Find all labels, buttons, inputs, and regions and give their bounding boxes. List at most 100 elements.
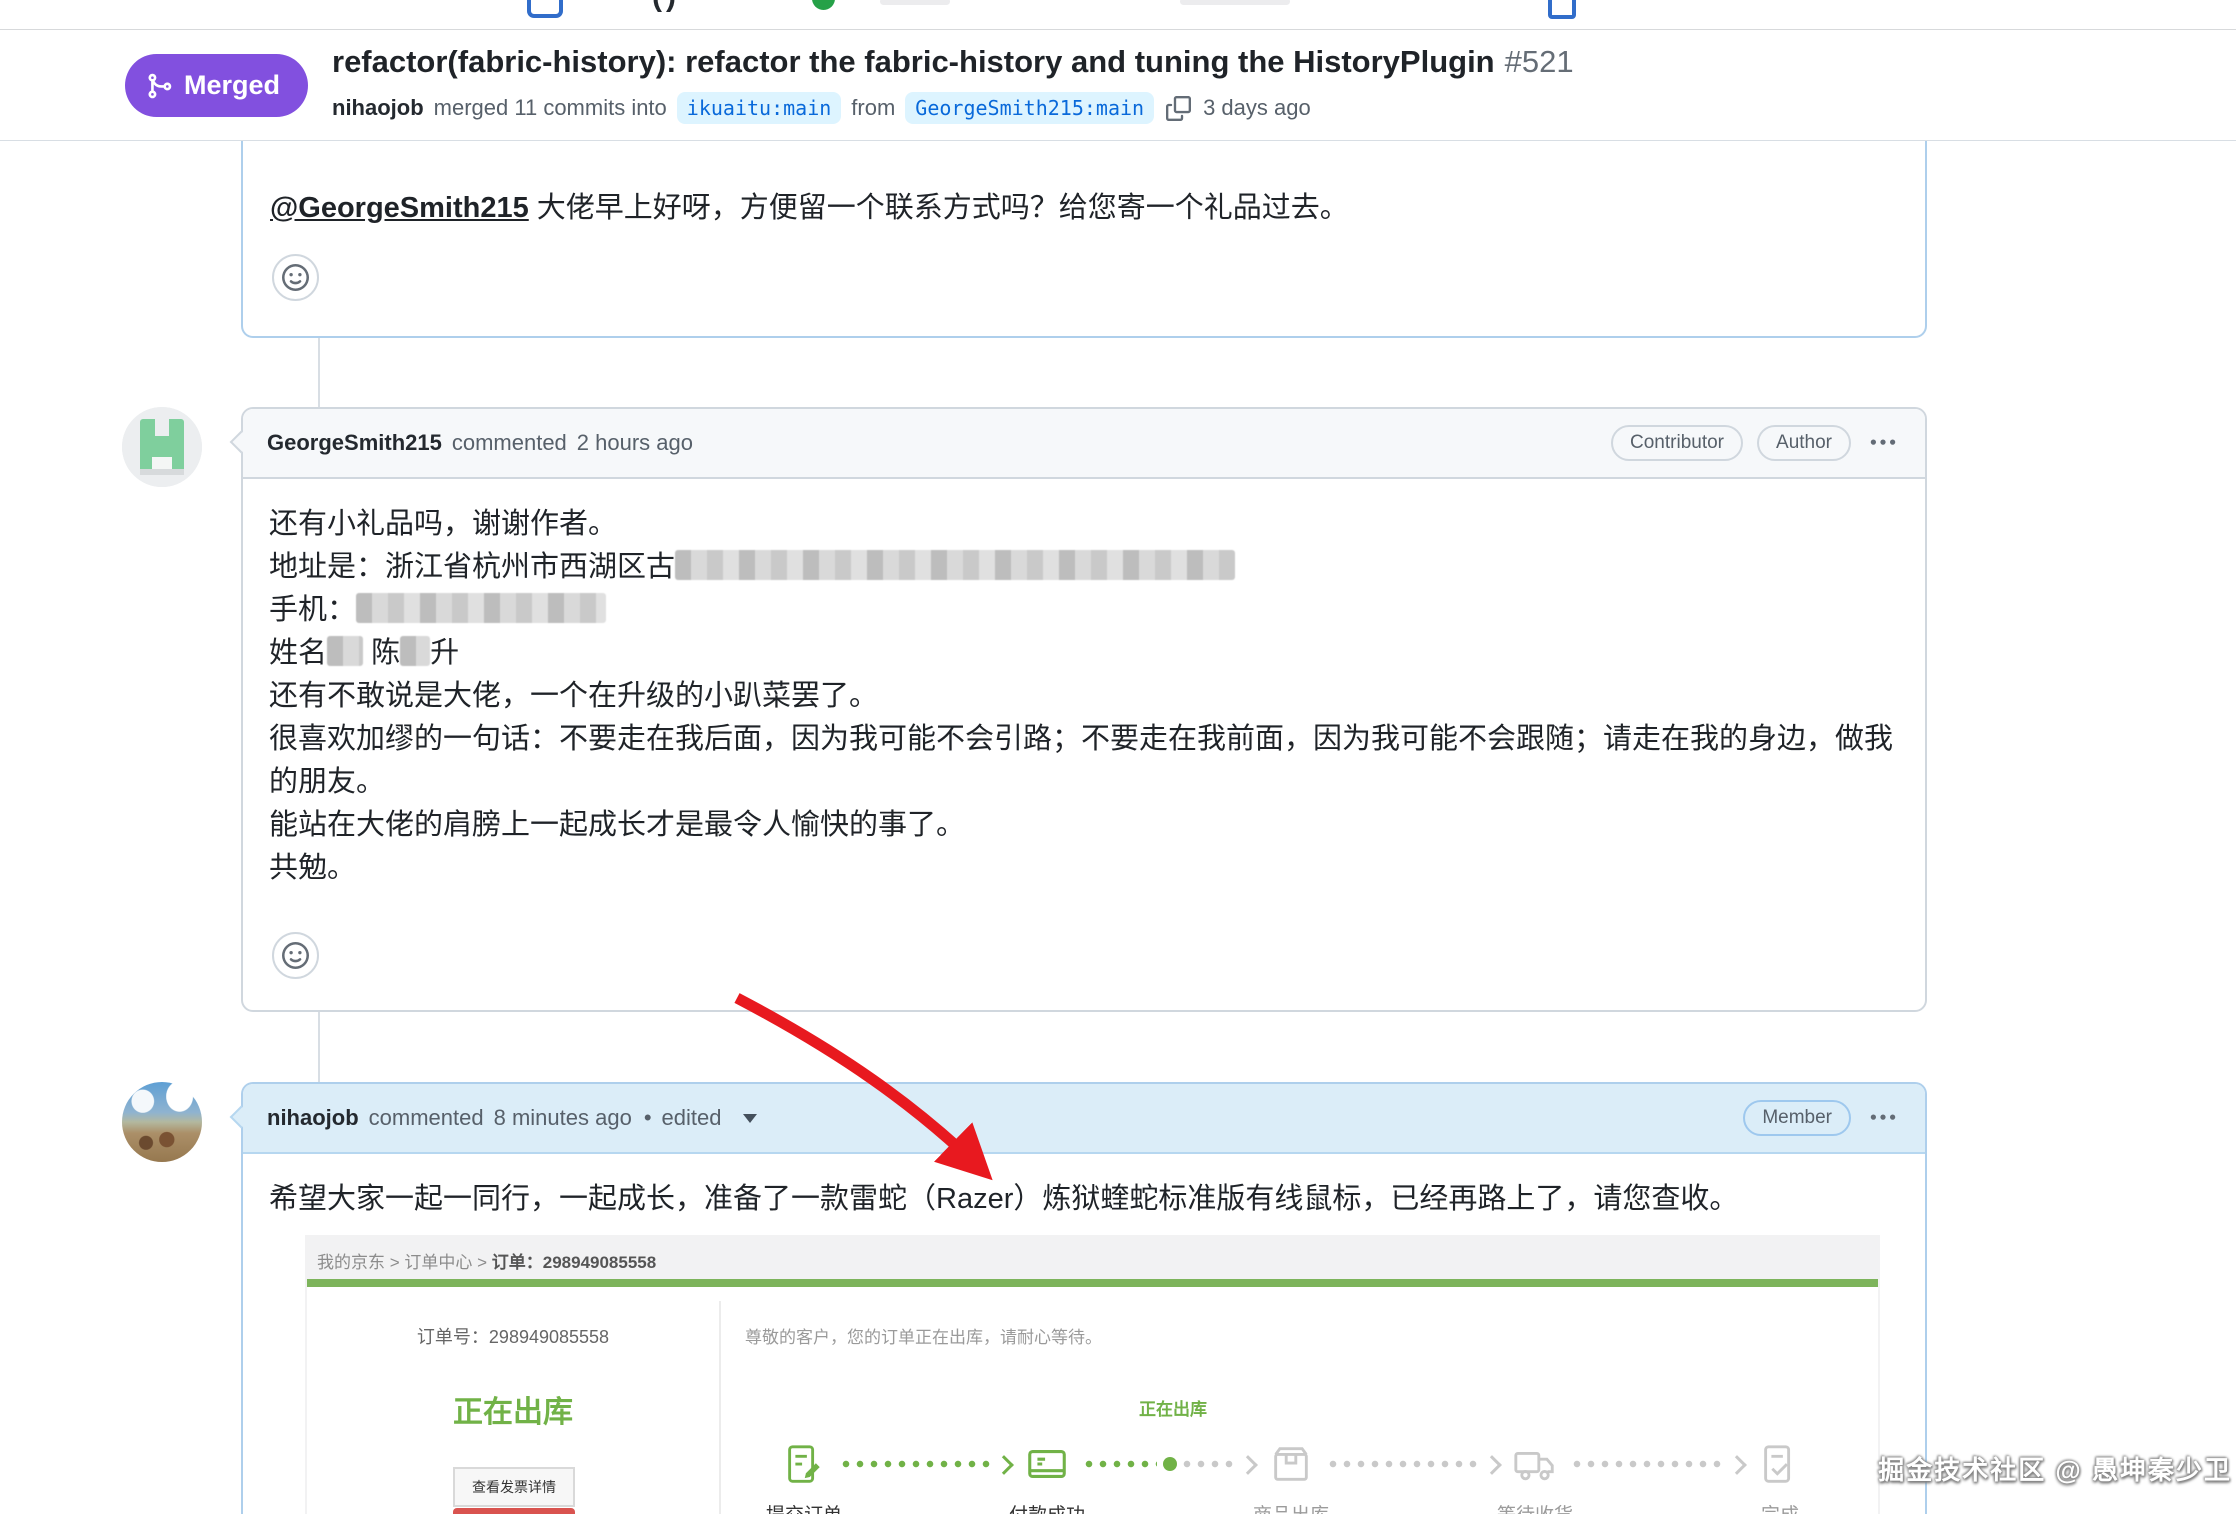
- jd-order-screenshot-image[interactable]: 我的京东 > 订单中心 > 订单：298949085558 订单号：298949…: [305, 1235, 1880, 1514]
- kebab-menu-button[interactable]: [1865, 1100, 1901, 1136]
- author-badge: Author: [1757, 425, 1851, 461]
- order-status-text: 正在出库: [307, 1387, 719, 1431]
- body-text-segment: 还有不敢说是大佬，一个在升级的小趴菜罢了。: [269, 680, 878, 712]
- truck-icon: [1512, 1441, 1558, 1487]
- order-progress-tracker: 提交订单 付款成功 商品出库 等待收货 完成: [719, 1440, 1880, 1514]
- jd-breadcrumb: 我的京东 > 订单中心 > 订单：298949085558: [317, 1248, 656, 1273]
- merged-time: 3 days ago: [1203, 95, 1311, 121]
- add-reaction-button[interactable]: [272, 254, 319, 301]
- step-label: 等待收货: [1497, 1500, 1573, 1514]
- redacted-text: [327, 636, 363, 666]
- progress-dots: [1085, 1460, 1157, 1468]
- body-text-segment: 还有小礼品吗，谢谢作者。: [269, 508, 617, 540]
- comment-body-line: 还有不敢说是大佬，一个在升级的小趴菜罢了。: [269, 675, 1899, 718]
- member-badge: Member: [1743, 1100, 1851, 1136]
- checks-status-icon[interactable]: [812, 0, 835, 10]
- body-text-segment: 姓名: [269, 637, 327, 669]
- body-text-segment: 共勉。: [269, 852, 356, 884]
- head-branch-label[interactable]: GeorgeSmith215:main: [905, 92, 1154, 124]
- progress-dots: [1329, 1460, 1479, 1468]
- body-text-segment: 陈: [363, 637, 400, 669]
- step-label: 完成: [1761, 1500, 1799, 1514]
- progress-dots: [1573, 1460, 1723, 1468]
- redacted-text: [675, 550, 1235, 580]
- comment-own-clipped: @GeorgeSmith215 大佬早上好呀，方便留一个联系方式吗？给您寄一个礼…: [241, 140, 1927, 338]
- view-invoice-button: 查看发票详情: [453, 1467, 575, 1507]
- copy-branch-button[interactable]: [1166, 96, 1191, 121]
- comment-header: nihaojob commented 8 minutes ago • edite…: [243, 1084, 1925, 1154]
- pull-request-page: () Merged refactor(fabric-history): refa…: [0, 0, 2236, 1514]
- payment-icon: [1024, 1441, 1070, 1487]
- conversation-tab-icon[interactable]: [527, 0, 563, 18]
- comment-author-link[interactable]: GeorgeSmith215: [267, 430, 442, 456]
- breadcrumb-path: 我的京东 > 订单中心 >: [317, 1253, 492, 1272]
- package-icon: [1268, 1441, 1314, 1487]
- comment-body-line: 姓名 陈升: [269, 632, 1899, 675]
- comment-action: commented: [452, 430, 567, 456]
- kebab-menu-button[interactable]: [1865, 425, 1901, 461]
- files-changed-tab-icon[interactable]: [1548, 0, 1576, 19]
- comment-nihaojob: nihaojob commented 8 minutes ago • edite…: [241, 1082, 1927, 1514]
- comment-body-line: 很喜欢加缪的一句话：不要走在我后面，因为我可能不会引路；不要走在我前面，因为我可…: [269, 718, 1899, 804]
- red-action-button-clipped: [453, 1508, 575, 1514]
- copy-icon: [1166, 96, 1191, 121]
- comment-timestamp-link[interactable]: 8 minutes ago: [494, 1105, 632, 1131]
- comment-text: 大佬早上好呀，方便留一个联系方式吗？给您寄一个礼品过去。: [529, 192, 1349, 224]
- progress-arrow-icon: [1238, 1455, 1258, 1475]
- tab-label-clipped: [880, 0, 950, 5]
- current-step-label: 正在出库: [1139, 1395, 1207, 1420]
- doc-check-icon: [1757, 1441, 1803, 1487]
- chevron-down-icon[interactable]: [743, 1114, 757, 1123]
- body-text-segment: 手机：: [269, 594, 356, 626]
- smiley-icon: [282, 264, 309, 291]
- breadcrumb-current: 订单：298949085558: [492, 1253, 656, 1272]
- pr-tab-bar: (): [0, 0, 2236, 30]
- step-label: 提交订单: [766, 1500, 842, 1514]
- comment-author-link[interactable]: nihaojob: [267, 1105, 359, 1131]
- commits-tab-icon[interactable]: (): [652, 0, 680, 14]
- pr-merge-meta: nihaojob merged 11 commits into ikuaitu:…: [332, 92, 1311, 124]
- add-reaction-button[interactable]: [272, 932, 319, 979]
- timeline-connector: [318, 1012, 320, 1082]
- comment-timestamp-link[interactable]: 2 hours ago: [577, 430, 693, 456]
- step-label: 商品出库: [1253, 1500, 1329, 1514]
- edited-dropdown[interactable]: edited: [662, 1105, 722, 1131]
- separator-dot: •: [644, 1105, 652, 1131]
- comment-body-line: 共勉。: [269, 847, 1899, 890]
- comment-body-line: 地址是：浙江省杭州市西湖区古: [269, 546, 1899, 589]
- avatar-nihaojob[interactable]: [122, 1082, 202, 1162]
- merged-by-user-link[interactable]: nihaojob: [332, 95, 424, 121]
- body-text-segment: 地址是：浙江省杭州市西湖区古: [269, 551, 675, 583]
- pr-title: refactor(fabric-history): refactor the f…: [332, 44, 1574, 80]
- comment-caret: [230, 1106, 253, 1129]
- step-label: 付款成功: [1009, 1500, 1085, 1514]
- body-text-segment: 能站在大佬的肩膀上一起成长才是最令人愉快的事了。: [269, 809, 965, 841]
- from-text: from: [851, 95, 895, 121]
- comment-body-line: 还有小礼品吗，谢谢作者。: [269, 503, 1899, 546]
- user-mention-link[interactable]: @GeorgeSmith215: [270, 192, 529, 224]
- pr-title-text: refactor(fabric-history): refactor the f…: [332, 44, 1495, 79]
- comment-header: GeorgeSmith215 commented 2 hours ago Con…: [243, 409, 1925, 479]
- progress-arrow-icon: [1482, 1455, 1502, 1475]
- order-status-panel: 订单号：298949085558 正在出库 查看发票详情 尊敬的客户，您的订单正…: [307, 1287, 1878, 1514]
- comment-body-line: 手机：: [269, 589, 1899, 632]
- merged-status-label: Merged: [184, 70, 280, 101]
- body-text-segment: 很喜欢加缪的一句话：不要走在我后面，因为我可能不会引路；不要走在我前面，因为我可…: [269, 723, 1893, 798]
- customer-notice: 尊敬的客户，您的订单正在出库，请耐心等待。: [745, 1323, 1102, 1348]
- redacted-text: [400, 636, 430, 666]
- order-number: 订单号：298949085558: [307, 1323, 719, 1349]
- progress-arrow-icon: [1727, 1455, 1747, 1475]
- tab-label-clipped: [1180, 0, 1290, 5]
- avatar-georgesmith215[interactable]: [122, 407, 202, 487]
- comment-georgesmith215: GeorgeSmith215 commented 2 hours ago Con…: [241, 407, 1927, 1012]
- base-branch-label[interactable]: ikuaitu:main: [677, 92, 842, 124]
- green-top-bar: [307, 1279, 1878, 1287]
- merged-status-badge: Merged: [125, 54, 308, 117]
- merge-text: merged 11 commits into: [434, 95, 667, 121]
- current-progress-dot: [1163, 1457, 1177, 1471]
- contributor-badge: Contributor: [1611, 425, 1743, 461]
- pr-number: #521: [1505, 44, 1574, 79]
- git-merge-icon: [145, 72, 173, 100]
- body-text-segment: 升: [430, 637, 459, 669]
- progress-dots: [842, 1460, 992, 1468]
